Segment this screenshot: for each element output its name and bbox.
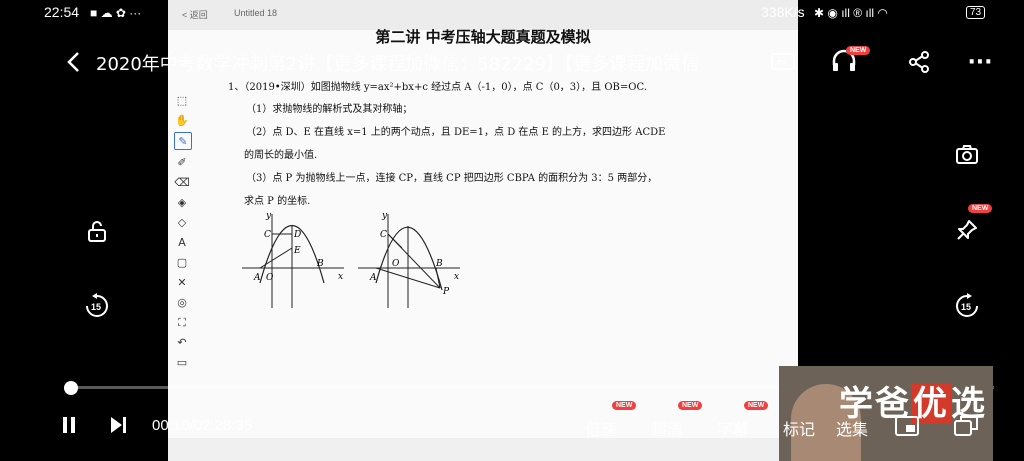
pause-icon xyxy=(63,417,75,433)
window-mode-button[interactable] xyxy=(952,414,980,438)
skip-next-icon xyxy=(111,417,126,433)
more-dots-icon: ··· xyxy=(967,49,993,75)
pin-button[interactable] xyxy=(954,217,980,243)
graph2-label-p: P xyxy=(442,287,450,297)
select-icon[interactable]: ⬚ xyxy=(174,92,190,108)
whiteboard-toolbar: ⬚ ✋ ✎ ✐ ⌫ ◈ ◇ A ▢ ✕ ◎ ⛶ ↶ ▭ xyxy=(174,92,192,374)
status-network-speed: 338K/s xyxy=(761,4,805,20)
svg-text:15: 15 xyxy=(961,302,971,312)
graph2-label-y: y xyxy=(381,211,388,221)
eraser-icon[interactable]: ⌫ xyxy=(174,174,190,190)
picture-in-picture-icon xyxy=(895,416,919,436)
camera-icon xyxy=(956,145,978,164)
share-button[interactable] xyxy=(904,48,934,76)
close-icon[interactable]: ✕ xyxy=(174,274,190,290)
graph1-label-o: O xyxy=(266,273,274,283)
next-episode-button[interactable] xyxy=(106,414,130,436)
back-button[interactable] xyxy=(60,48,86,76)
pen-icon[interactable]: ✎ xyxy=(174,132,192,150)
question-part3-line1: （3）点 P 为抛物线上一点，连接 CP，直线 CP 把四边形 CBPA 的面积… xyxy=(246,173,658,184)
pip-button[interactable] xyxy=(893,414,921,438)
question-part1: （1）求抛物线的解析式及其对称轴； xyxy=(246,104,413,115)
parabola-graph-1: y x C D E A O B xyxy=(242,211,344,308)
graph1-label-d: D xyxy=(293,230,301,240)
pause-button[interactable] xyxy=(58,414,80,436)
graph2-label-a: A xyxy=(369,273,377,283)
battery-indicator: 73 xyxy=(966,6,986,19)
undo-icon[interactable]: ↶ xyxy=(174,334,190,350)
graph1-label-b: B xyxy=(316,259,324,269)
progress-thumb[interactable] xyxy=(63,381,78,395)
question-part3-line2: 求点 P 的坐标. xyxy=(244,196,311,207)
status-signal-icons: ✱ ◉ ıll ® ıll ◠ xyxy=(814,6,888,20)
bookmark-button[interactable]: 标记 xyxy=(783,416,815,440)
episodes-button[interactable]: 选集 xyxy=(836,416,868,440)
frame-icon[interactable]: ▢ xyxy=(174,254,190,270)
screenshot-button[interactable] xyxy=(952,141,982,167)
whiteboard-file-name: Untitled 18 xyxy=(234,8,278,18)
pin-icon xyxy=(957,220,977,240)
new-badge-subtitles: NEW xyxy=(744,401,769,410)
delete-icon[interactable]: ▭ xyxy=(174,354,190,370)
crop-icon[interactable]: ⛶ xyxy=(174,314,190,330)
video-title: 2020年中考数学冲刺第2讲【更多课程加微信：582229】【更多课程加微信 xyxy=(96,54,699,75)
graph2-label-x: x xyxy=(454,272,459,282)
rewind-15-icon: 15 xyxy=(86,293,108,317)
unlock-icon xyxy=(88,221,106,242)
circle-icon[interactable]: ◎ xyxy=(174,294,190,310)
new-badge-pin: NEW xyxy=(968,204,993,213)
parabola-graph-2: y x C A O B P xyxy=(358,211,460,308)
question-part2-line1: （2）点 D、E 在直线 x=1 上的两个动点，且 DE=1，点 D 在点 E … xyxy=(246,127,666,138)
chevron-left-icon xyxy=(67,52,79,72)
text-icon[interactable]: A xyxy=(174,234,190,250)
lecture-title: 第二讲 中考压轴大题真题及模拟 xyxy=(375,28,591,46)
shape-icon[interactable]: ◇ xyxy=(174,214,190,230)
status-time: 22:54 xyxy=(44,4,80,20)
graph1-label-y: y xyxy=(265,211,272,221)
quality-button[interactable]: 超清 xyxy=(651,416,683,440)
new-badge-quality: NEW xyxy=(678,401,703,410)
whiteboard-bottombar xyxy=(168,438,798,461)
screen-lock-button[interactable] xyxy=(84,218,110,244)
window-icon xyxy=(954,416,978,436)
more-button[interactable]: ··· xyxy=(964,48,996,76)
graph2-label-c: C xyxy=(380,230,387,240)
new-badge-audio: NEW xyxy=(846,46,871,55)
highlighter-icon[interactable]: ✐ xyxy=(174,154,190,170)
playback-time: 00:10/02:28:35 xyxy=(152,417,253,434)
tv-cast-button[interactable]: TV xyxy=(768,48,798,76)
fill-icon[interactable]: ◈ xyxy=(174,194,190,210)
graph1-label-a: A xyxy=(253,273,261,283)
new-badge-speed: NEW xyxy=(612,401,637,410)
status-notification-icons: ■ ☁ ✿ ··· xyxy=(90,6,142,20)
forward-15-icon: 15 xyxy=(956,293,978,317)
share-icon xyxy=(909,51,929,73)
subtitles-button[interactable]: 字幕 xyxy=(717,416,749,440)
hand-icon[interactable]: ✋ xyxy=(174,112,190,128)
graph1-label-x: x xyxy=(338,272,343,282)
speed-button[interactable]: 倍速 xyxy=(585,416,617,440)
graph2-label-o: O xyxy=(392,259,400,269)
question-intro: 1、（2019•深圳）如图抛物线 y=ax²+bx+c 经过点 A（-1，0），… xyxy=(228,82,647,93)
forward-15-button[interactable]: 15 xyxy=(953,292,981,320)
graph1-label-e: E xyxy=(293,246,301,256)
graph2-label-b: B xyxy=(435,259,443,269)
question-part2-line2: 的周长的最小值. xyxy=(244,150,318,161)
rewind-15-button[interactable]: 15 xyxy=(83,292,111,320)
graph1-label-c: C xyxy=(264,230,271,240)
tv-icon: TV xyxy=(771,53,795,70)
svg-text:15: 15 xyxy=(91,302,101,312)
whiteboard-back-tab: < 返回 xyxy=(182,10,208,20)
svg-text:TV: TV xyxy=(777,60,786,67)
